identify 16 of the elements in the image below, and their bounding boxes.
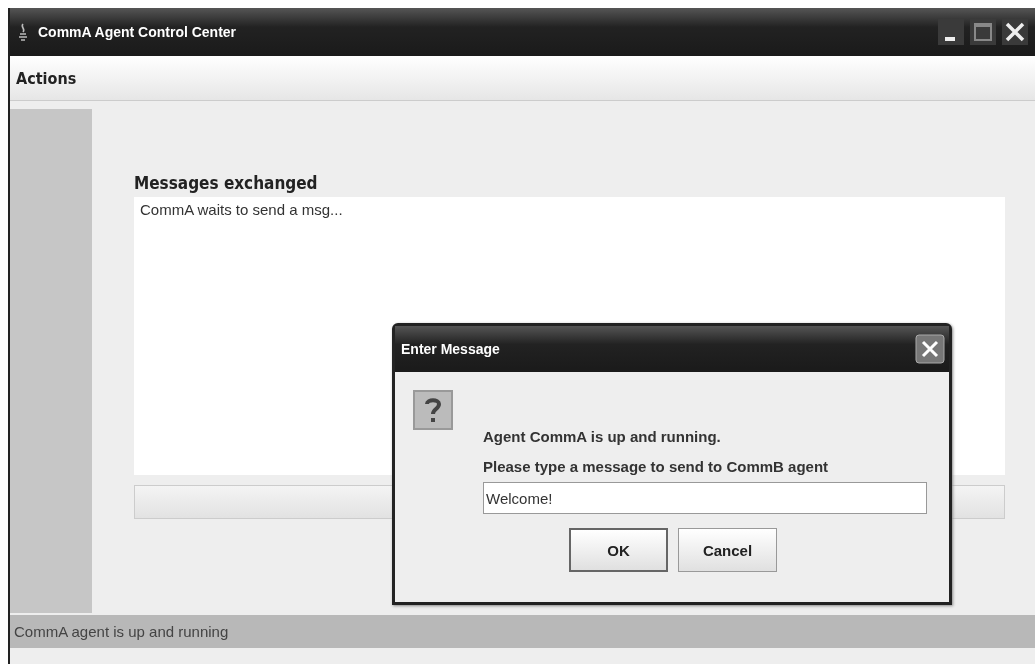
- section-heading: Messages exchanged: [134, 173, 319, 195]
- minimize-button[interactable]: [937, 18, 965, 46]
- menu-item[interactable]: Actions: [16, 68, 77, 88]
- cancel-button[interactable]: Cancel: [678, 528, 777, 572]
- dialog-title: Enter Message: [401, 341, 500, 357]
- close-button[interactable]: [1001, 18, 1029, 46]
- window-title: CommA Agent Control Center: [38, 24, 238, 40]
- maximize-button[interactable]: [969, 18, 997, 46]
- dialog-text: Please type a message to send to CommB agent: [483, 457, 830, 477]
- status-bar: CommA agent is up and running: [10, 615, 1035, 648]
- ok-button[interactable]: OK: [569, 528, 668, 572]
- close-button[interactable]: [915, 334, 945, 364]
- question-icon: [413, 390, 453, 430]
- dialog-text: Agent CommA is up and running.: [483, 427, 722, 447]
- message-field[interactable]: Welcome!: [483, 482, 927, 514]
- app-icon: [16, 22, 30, 42]
